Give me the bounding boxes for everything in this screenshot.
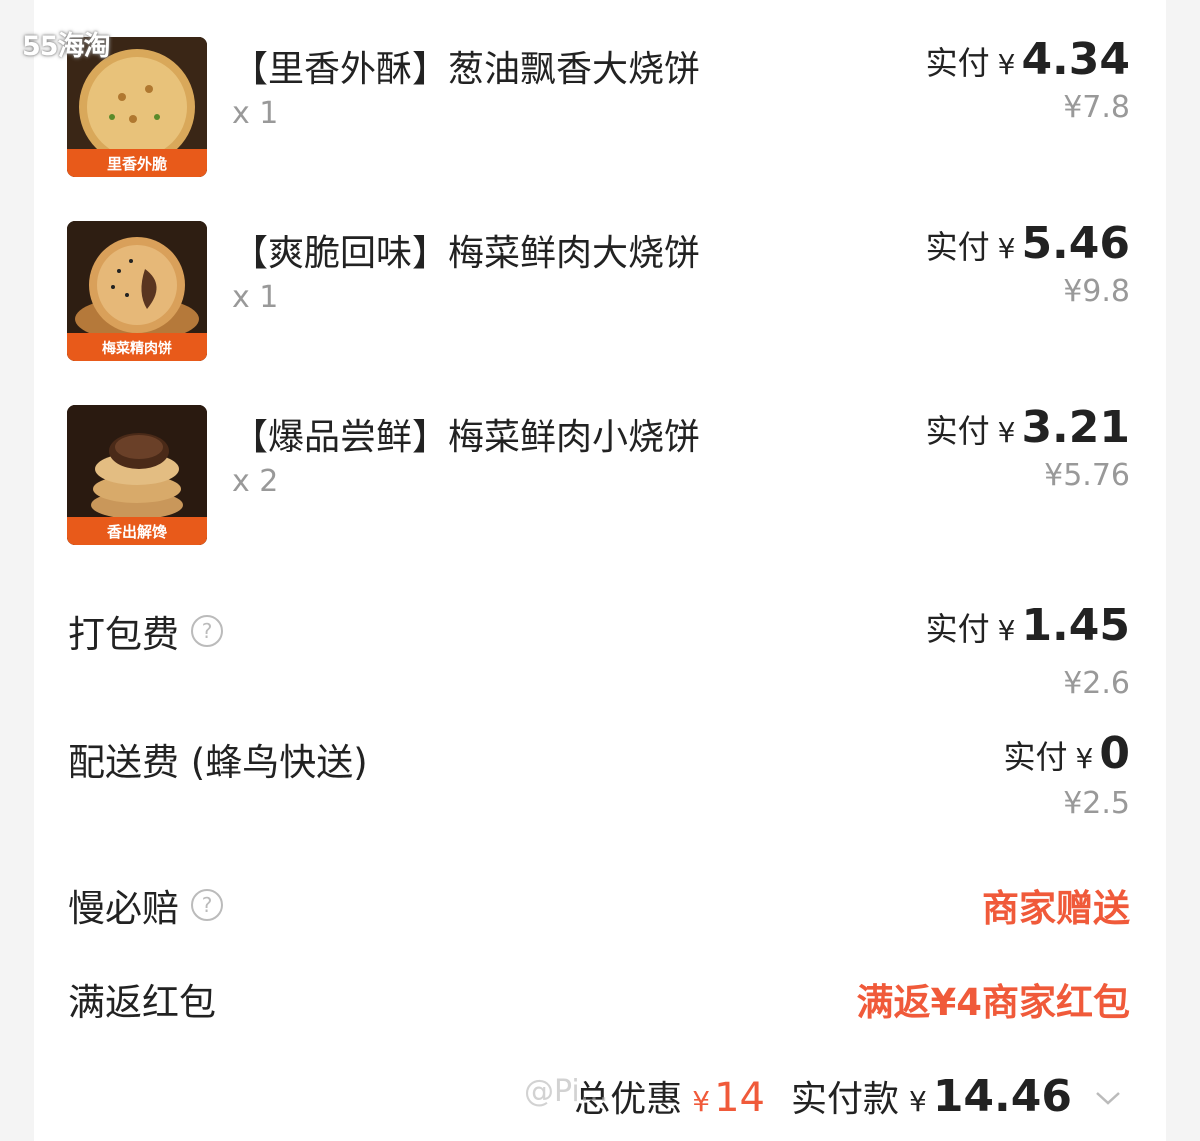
item-original-price: ¥7.8 [1063, 90, 1130, 125]
item-quantity: x 1 [232, 96, 279, 131]
chevron-down-icon[interactable] [1094, 1089, 1122, 1107]
sesame-flatbread-icon: 梅菜精肉饼 [67, 221, 207, 361]
total-pay-amount: 14.46 [932, 1071, 1072, 1122]
total-pay-currency: ¥ [908, 1085, 927, 1118]
cashback-label: 满返红包 [68, 981, 216, 1024]
svg-text:梅菜精肉饼: 梅菜精肉饼 [102, 340, 172, 357]
cashback-value: 满返¥4商家红包 [856, 981, 1131, 1024]
question-circle-icon[interactable]: ? [191, 889, 223, 921]
packing-fee-label: 打包费 ? [68, 604, 223, 658]
item-original-price: ¥5.76 [1044, 458, 1130, 493]
svg-text:里香外脆: 里香外脆 [107, 155, 167, 173]
total-discount-currency: ¥ [692, 1085, 711, 1118]
slow-compensation-value: 商家赠送 [982, 887, 1130, 930]
item-title: 【爆品尝鲜】梅菜鲜肉小烧饼 [232, 417, 701, 458]
packing-fee-original: ¥2.6 [1063, 666, 1130, 701]
item-title: 【爽脆回味】梅菜鲜肉大烧饼 [232, 233, 701, 274]
stacked-buns-icon: 香出解馋 [67, 405, 207, 545]
order-item[interactable]: 梅菜精肉饼 【爽脆回味】梅菜鲜肉大烧饼 x 1 实付 ¥5.46 ¥9.8 [0, 184, 1200, 361]
item-paid-price: 实付 ¥4.34 [925, 34, 1130, 85]
slow-compensation-label: 慢必赔 ? [68, 878, 223, 932]
delivery-fee-paid: 实付 ¥0 [1003, 728, 1130, 779]
packing-fee-paid: 实付 ¥1.45 [925, 600, 1130, 651]
order-item[interactable]: 里香外脆 【里香外酥】葱油飘香大烧饼 x 1 实付 ¥4.34 ¥7.8 [0, 0, 1200, 177]
order-total-summary[interactable]: 总优惠 ¥ 14 实付款 ¥ 14.46 [574, 1070, 1122, 1126]
delivery-fee-original: ¥2.5 [1063, 786, 1130, 821]
svg-text:香出解馋: 香出解馋 [107, 523, 167, 541]
item-original-price: ¥9.8 [1063, 274, 1130, 309]
order-item[interactable]: 香出解馋 【爆品尝鲜】梅菜鲜肉小烧饼 x 2 实付 ¥3.21 ¥5.76 [0, 368, 1200, 545]
delivery-fee-label: 配送费 (蜂鸟快送) [68, 741, 368, 784]
item-paid-price: 实付 ¥3.21 [925, 402, 1130, 453]
item-quantity: x 2 [232, 464, 279, 499]
item-paid-price: 实付 ¥5.46 [925, 218, 1130, 269]
total-discount-label: 总优惠 [574, 1079, 683, 1120]
item-quantity: x 1 [232, 280, 279, 315]
question-circle-icon[interactable]: ? [191, 615, 223, 647]
item-title: 【里香外酥】葱油飘香大烧饼 [232, 49, 701, 90]
total-discount-amount: 14 [714, 1075, 765, 1121]
total-pay-label: 实付款 [790, 1079, 899, 1120]
watermark-logo: 55海淘 [22, 31, 111, 62]
